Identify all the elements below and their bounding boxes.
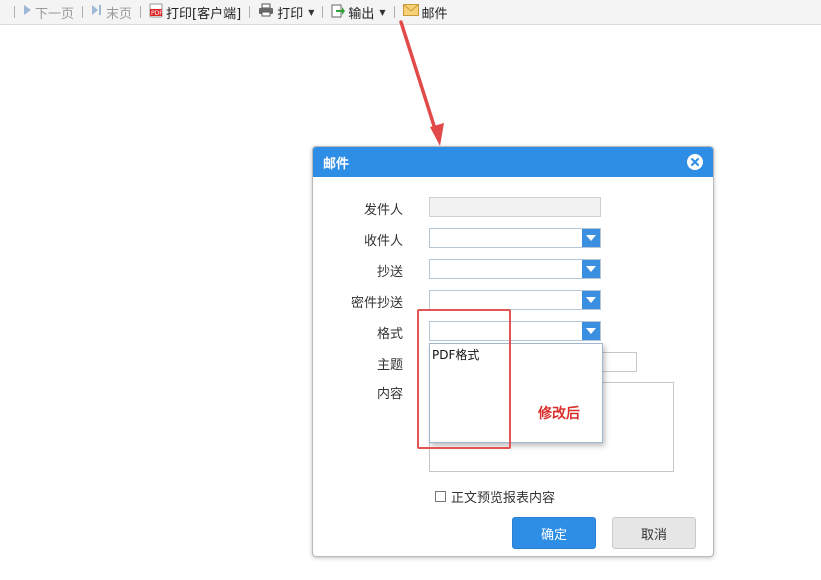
ok-button[interactable]: 确定 — [512, 517, 596, 549]
sender-row: 发件人 — [313, 197, 713, 219]
preview-checkbox[interactable] — [435, 491, 446, 502]
ok-button-label: 确定 — [540, 527, 567, 543]
toolbar-divider — [322, 6, 324, 18]
chevron-down-icon: ▼ — [308, 7, 315, 17]
mail-label: 邮件 — [421, 6, 448, 22]
chevron-down-icon[interactable] — [582, 322, 600, 340]
last-page-icon — [91, 4, 103, 20]
export-label: 输出 — [348, 6, 375, 22]
print-client-label: 打印[客户端] — [166, 6, 242, 22]
svg-text:PDF: PDF — [151, 10, 163, 17]
printer-icon — [258, 3, 274, 21]
format-label: 格式 — [376, 327, 403, 342]
toolbar-divider — [14, 6, 15, 18]
cc-row: 抄送 — [313, 259, 713, 281]
cc-label: 抄送 — [376, 265, 403, 280]
next-page-icon — [23, 4, 32, 20]
recipient-combobox[interactable] — [429, 228, 601, 248]
pdf-print-icon: PDF — [149, 3, 163, 22]
format-row: 格式 — [313, 321, 713, 343]
last-page-button[interactable]: 末页 — [89, 2, 134, 22]
cancel-button[interactable]: 取消 — [612, 517, 696, 549]
export-button[interactable]: 输出 ▼ — [329, 2, 387, 22]
sender-label: 发件人 — [363, 203, 403, 218]
dialog-title: 邮件 — [323, 156, 350, 172]
next-page-button[interactable]: 下一页 — [21, 2, 76, 22]
recipient-row: 收件人 — [313, 228, 713, 250]
print-label: 打印 — [277, 6, 304, 22]
print-button[interactable]: 打印 ▼ — [256, 2, 316, 22]
dialog-header: 邮件 — [313, 147, 713, 177]
preview-checkbox-label: 正文预览报表内容 — [451, 491, 556, 506]
mail-icon — [402, 4, 419, 20]
recipient-label: 收件人 — [363, 234, 403, 249]
toolbar-divider — [82, 6, 84, 18]
toolbar-divider — [140, 6, 142, 18]
close-button[interactable] — [687, 154, 703, 170]
cc-combobox[interactable] — [429, 259, 601, 279]
subject-label: 主题 — [376, 358, 403, 373]
toolbar-divider — [249, 6, 251, 18]
annotation-highlight-box — [417, 309, 511, 449]
sender-field — [429, 197, 601, 217]
print-client-button[interactable]: PDF 打印[客户端] — [147, 2, 243, 22]
chevron-down-icon[interactable] — [582, 260, 600, 278]
toolbar-divider — [393, 6, 395, 18]
close-icon — [691, 158, 699, 166]
bcc-row: 密件抄送 — [313, 290, 713, 312]
mail-button[interactable]: 邮件 — [401, 2, 450, 22]
chevron-down-icon[interactable] — [582, 229, 600, 247]
bcc-combobox[interactable] — [429, 290, 601, 310]
chevron-down-icon: ▼ — [379, 7, 386, 17]
bcc-label: 密件抄送 — [350, 296, 403, 311]
export-icon — [331, 3, 346, 22]
content-label: 内容 — [376, 387, 403, 402]
report-toolbar: 下一页 末页 PDF 打印[客户端] 打印 ▼ 输出 ▼ 邮件 — [0, 0, 821, 25]
next-page-label: 下一页 — [35, 6, 75, 22]
annotation-label: 修改后 — [538, 406, 580, 422]
cancel-button-label: 取消 — [640, 527, 667, 543]
last-page-label: 末页 — [106, 6, 133, 22]
chevron-down-icon[interactable] — [582, 291, 600, 309]
preview-checkbox-row[interactable]: 正文预览报表内容 — [435, 487, 555, 506]
mail-dialog: 邮件 发件人 收件人 抄送 密件抄送 格式 主题 内容 PDF格式 修改后 正文… — [312, 146, 714, 557]
